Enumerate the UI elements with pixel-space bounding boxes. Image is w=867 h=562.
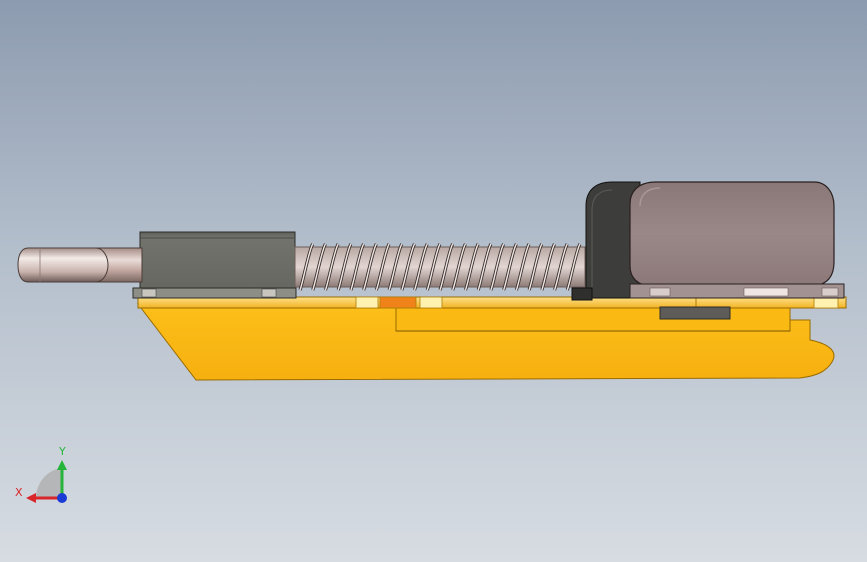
- plate-hole: [379, 296, 417, 309]
- plate-hole: [419, 296, 443, 309]
- motor-base-hole: [821, 287, 839, 297]
- base-frame[interactable]: [136, 296, 847, 381]
- rod-eye: [17, 247, 109, 283]
- block-foot-hole: [261, 288, 277, 298]
- rod-end[interactable]: [17, 247, 143, 283]
- spring-assembly[interactable]: [294, 243, 586, 291]
- motor-housing: [629, 181, 835, 287]
- plate-hole: [813, 296, 839, 309]
- plate-hole: [355, 296, 379, 309]
- guide-block[interactable]: [132, 231, 297, 299]
- motor-unit[interactable]: [571, 181, 845, 301]
- motor-base-hole: [649, 287, 671, 297]
- motor-base-hole: [743, 287, 789, 297]
- bottom-tab: [659, 306, 731, 320]
- spring-shaft: [294, 246, 586, 288]
- top-plate: [137, 296, 847, 309]
- cad-viewport[interactable]: [0, 0, 867, 562]
- block-foot-hole: [141, 288, 157, 298]
- base-slot: [395, 306, 791, 332]
